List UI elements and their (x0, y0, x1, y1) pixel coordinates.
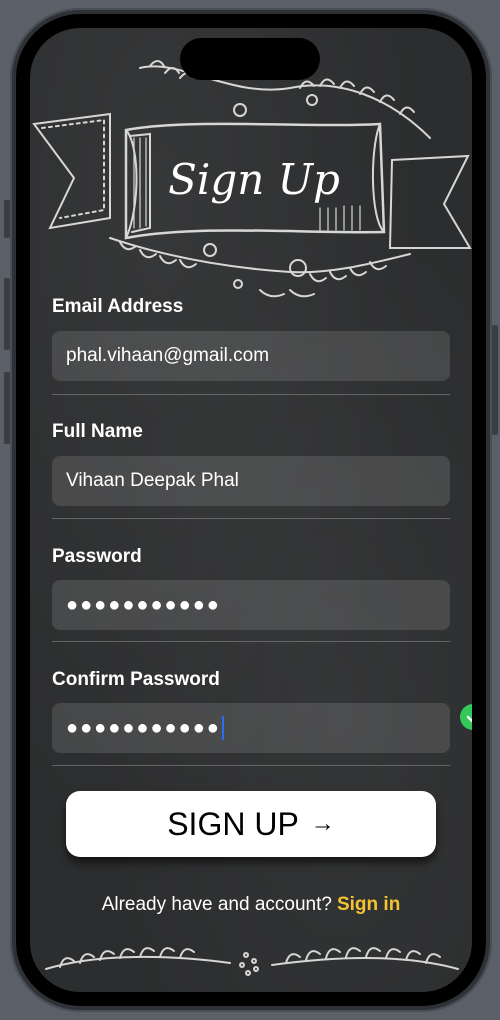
side-button (4, 372, 10, 444)
side-button (4, 200, 10, 238)
sign-in-link[interactable]: Sign in (337, 894, 400, 915)
divider (52, 518, 450, 519)
password-value: ●●●●●●●●●●● (66, 593, 221, 616)
sign-up-button[interactable]: SIGN UP → (66, 791, 436, 857)
screen: Sign Up Email Address phal.vihaan@gmail.… (30, 28, 472, 992)
sign-up-button-label: SIGN UP (167, 805, 299, 842)
arrow-right-icon: → (310, 810, 335, 837)
text-caret (221, 716, 224, 740)
confirm-password-label: Confirm Password (52, 669, 220, 690)
full-name-value: Vihaan Deepak Phal (66, 470, 239, 491)
page-title: Sign Up (168, 155, 340, 204)
confirm-password-value: ●●●●●●●●●●● (66, 716, 221, 739)
password-field[interactable]: ●●●●●●●●●●● (52, 580, 450, 630)
full-name-label: Full Name (52, 421, 143, 442)
dynamic-island (180, 38, 320, 80)
confirm-password-field[interactable]: ●●●●●●●●●●● (52, 703, 450, 753)
full-name-field[interactable]: Vihaan Deepak Phal (52, 456, 450, 506)
divider (52, 641, 450, 642)
password-label: Password (52, 546, 142, 567)
checkmark-icon (460, 704, 472, 730)
sign-in-prompt: Already have and account? Sign in (30, 894, 472, 916)
email-label: Email Address (52, 296, 184, 317)
side-button (4, 278, 10, 350)
side-button (492, 325, 498, 435)
sign-in-prompt-text: Already have and account? (101, 894, 332, 915)
divider (52, 394, 450, 395)
chalk-vine-decoration (45, 947, 459, 976)
divider (52, 765, 450, 766)
email-value: phal.vihaan@gmail.com (66, 345, 270, 366)
email-field[interactable]: phal.vihaan@gmail.com (52, 331, 450, 381)
